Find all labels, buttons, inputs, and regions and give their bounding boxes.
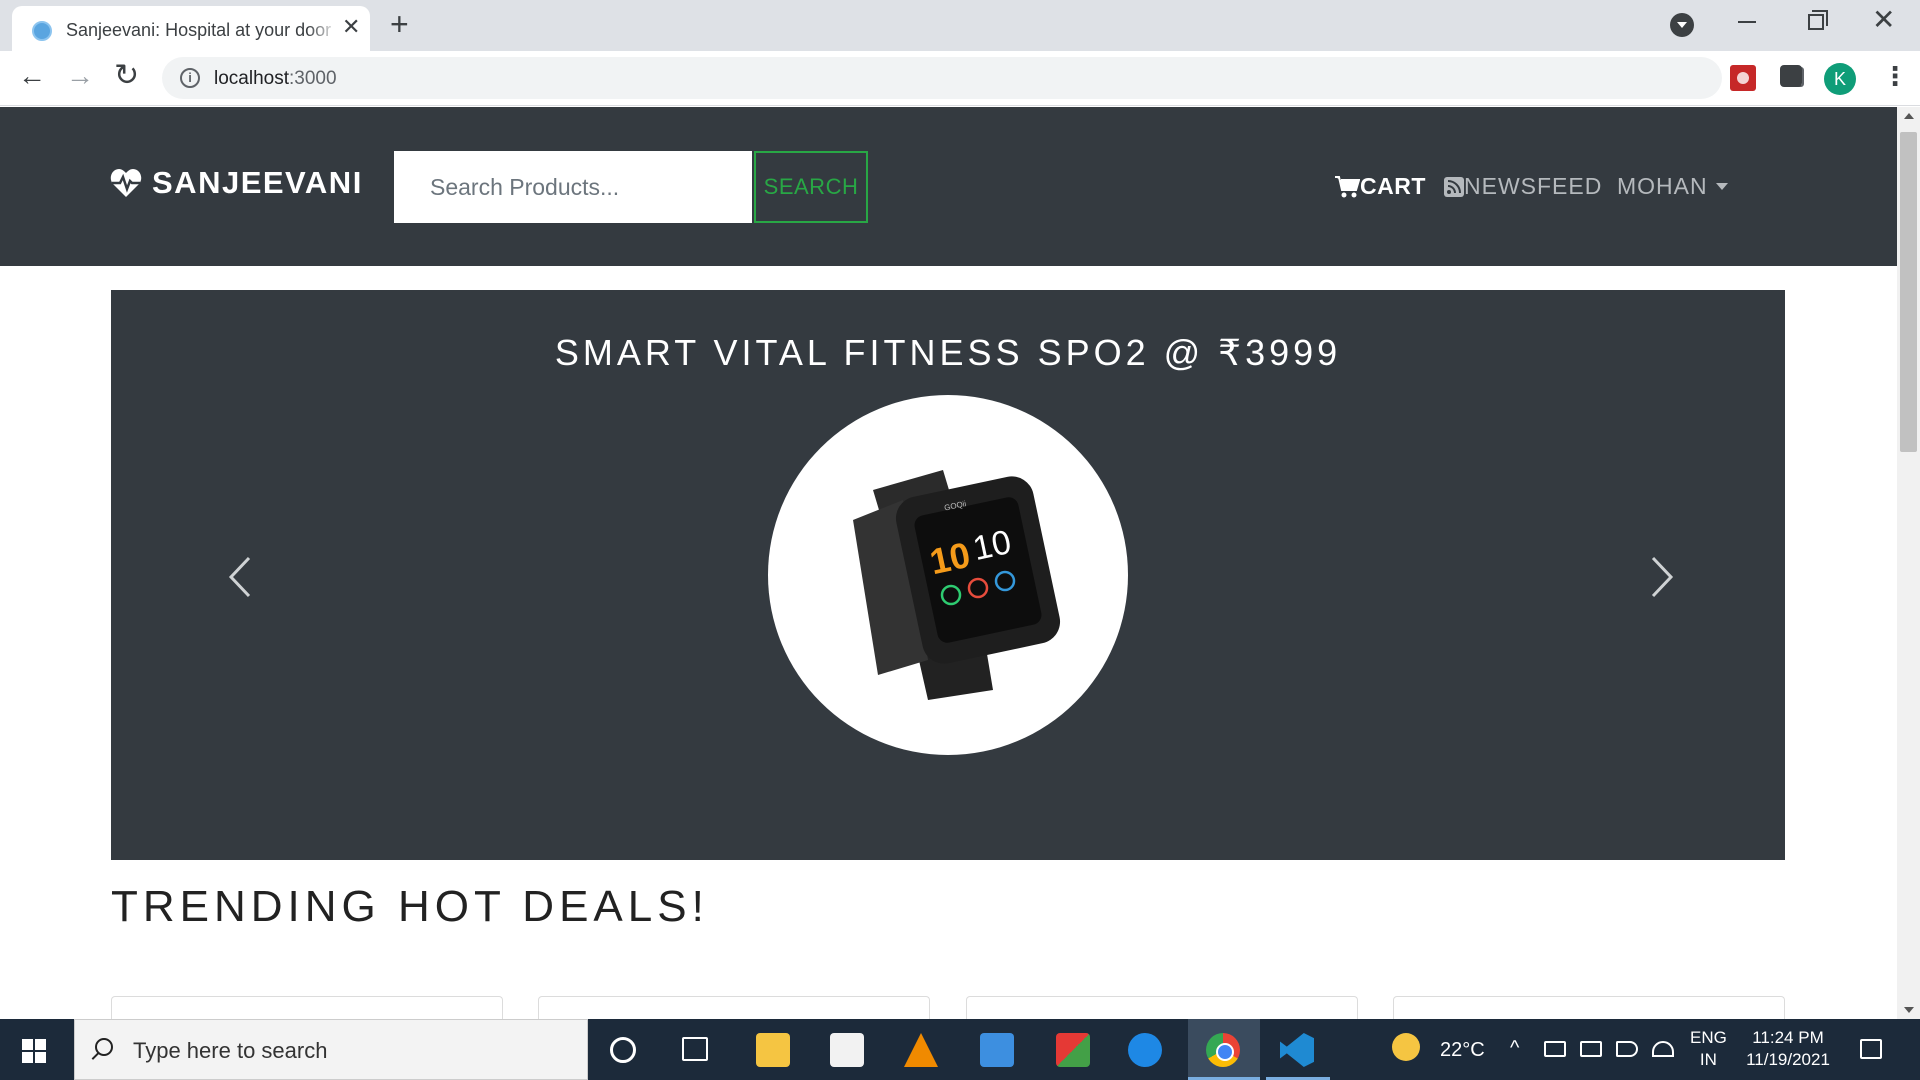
user-name: MOHAN [1617, 173, 1708, 199]
volume-icon[interactable] [1616, 1041, 1638, 1057]
scroll-down-arrow-icon[interactable] [1904, 1007, 1914, 1013]
cart-icon [1335, 175, 1360, 197]
nav-cart-label: CART [1360, 173, 1426, 199]
brand-name: SANJEEVANI [152, 165, 363, 200]
browser-tab-bar: Sanjeevani: Hospital at your door ✕ + ✕ [0, 0, 1920, 51]
windows-taskbar: Type here to search 22°C ^ ENG IN 11:24 … [0, 1019, 1920, 1080]
forward-arrow-icon[interactable]: → [66, 61, 94, 91]
browser-toolbar: ← → ↻ i localhost:3000 ☆ K ⋮ [0, 51, 1920, 106]
watch-minute: 10 [970, 523, 1015, 568]
windows-start-icon[interactable] [22, 1039, 46, 1063]
scroll-thumb[interactable] [1900, 132, 1917, 452]
notifications-icon[interactable] [1860, 1039, 1882, 1059]
trending-section-title: TRENDING HOT DEALS! [111, 882, 709, 931]
cortana-icon[interactable] [610, 1037, 636, 1063]
taskbar-search-box[interactable]: Type here to search [74, 1019, 588, 1080]
page-scrollbar[interactable] [1897, 107, 1920, 1019]
scroll-up-arrow-icon[interactable] [1904, 113, 1914, 119]
weather-temperature[interactable]: 22°C [1440, 1039, 1485, 1062]
address-bar[interactable]: i localhost:3000 ☆ [162, 57, 1855, 99]
extensions-puzzle-icon[interactable] [1780, 65, 1802, 87]
rss-icon [1444, 176, 1464, 197]
vlc-icon[interactable] [904, 1033, 938, 1067]
site-header: SANJEEVANI SEARCH CART NEWSFEED MOHAN [0, 107, 1897, 266]
carousel-next-chevron-icon[interactable] [1641, 552, 1681, 602]
region-code: IN [1699, 1050, 1717, 1069]
battery-icon[interactable] [1544, 1041, 1566, 1057]
vscode-icon[interactable] [1280, 1033, 1314, 1067]
language-indicator[interactable]: ENG IN [1690, 1027, 1727, 1071]
watch-hour: 10 [926, 534, 974, 582]
window-close-icon[interactable]: ✕ [1872, 6, 1895, 34]
window-minimize-icon[interactable] [1738, 21, 1756, 23]
back-arrow-icon[interactable]: ← [18, 61, 46, 91]
profile-avatar[interactable]: K [1824, 63, 1856, 95]
tab-title: Sanjeevani: Hospital at your door [66, 20, 338, 41]
tray-expand-icon[interactable]: ^ [1510, 1037, 1519, 1060]
url-host: localhost [214, 68, 289, 89]
brand-logo[interactable]: SANJEEVANI [110, 165, 363, 201]
slide-title: SMART VITAL FITNESS SPO2 @ ₹3999 [554, 332, 1342, 373]
reload-icon[interactable]: ↻ [114, 61, 139, 91]
tab-favicon-icon [32, 21, 52, 41]
product-carousel: SMART VITAL FITNESS SPO2 @ ₹3999 10 10 G… [111, 290, 1785, 860]
edge-icon[interactable] [1128, 1033, 1162, 1067]
smartwatch-image: 10 10 GOQii [853, 470, 1061, 700]
window-restore-icon[interactable] [1808, 10, 1828, 30]
nav-cart-link[interactable]: CART [1334, 173, 1426, 200]
tab-close-icon[interactable]: ✕ [342, 16, 360, 38]
new-tab-button[interactable]: + [390, 8, 409, 40]
task-view-icon[interactable] [682, 1037, 708, 1061]
caret-down-icon [1715, 183, 1728, 190]
extension-icon[interactable] [1730, 65, 1756, 91]
tab-search-icon[interactable] [1670, 13, 1694, 37]
magnifier-icon [95, 1038, 113, 1056]
system-clock[interactable]: 11:24 PM 11/19/2021 [1740, 1027, 1836, 1071]
language-code: ENG [1690, 1028, 1727, 1047]
search-button[interactable]: SEARCH [754, 151, 868, 223]
clock-date: 11/19/2021 [1746, 1050, 1830, 1069]
file-explorer-icon[interactable] [756, 1033, 790, 1067]
taskbar-search-placeholder: Type here to search [133, 1038, 328, 1063]
mail-icon[interactable] [980, 1033, 1014, 1067]
network-status-icon[interactable] [1580, 1041, 1602, 1057]
heart-pulse-icon [110, 169, 142, 197]
carousel-prev-chevron-icon[interactable] [221, 552, 261, 602]
office-icon[interactable] [1056, 1033, 1090, 1067]
chrome-icon[interactable] [1206, 1033, 1240, 1067]
url-port: :3000 [289, 68, 337, 89]
browser-menu-icon[interactable]: ⋮ [1882, 61, 1908, 91]
user-dropdown[interactable]: MOHAN [1617, 173, 1728, 200]
store-icon[interactable] [830, 1033, 864, 1067]
clock-time: 11:24 PM [1752, 1028, 1824, 1047]
weather-moon-icon[interactable] [1392, 1033, 1420, 1061]
wifi-icon[interactable] [1652, 1041, 1674, 1057]
browser-tab[interactable]: Sanjeevani: Hospital at your door ✕ [12, 6, 370, 51]
url-text[interactable]: localhost:3000 [214, 68, 337, 90]
nav-newsfeed-link[interactable]: NEWSFEED [1444, 173, 1602, 200]
slide-image-frame[interactable]: 10 10 GOQii [768, 395, 1128, 755]
site-info-icon[interactable]: i [180, 68, 200, 88]
nav-newsfeed-label: NEWSFEED [1464, 173, 1603, 199]
product-search-input[interactable] [394, 151, 752, 223]
